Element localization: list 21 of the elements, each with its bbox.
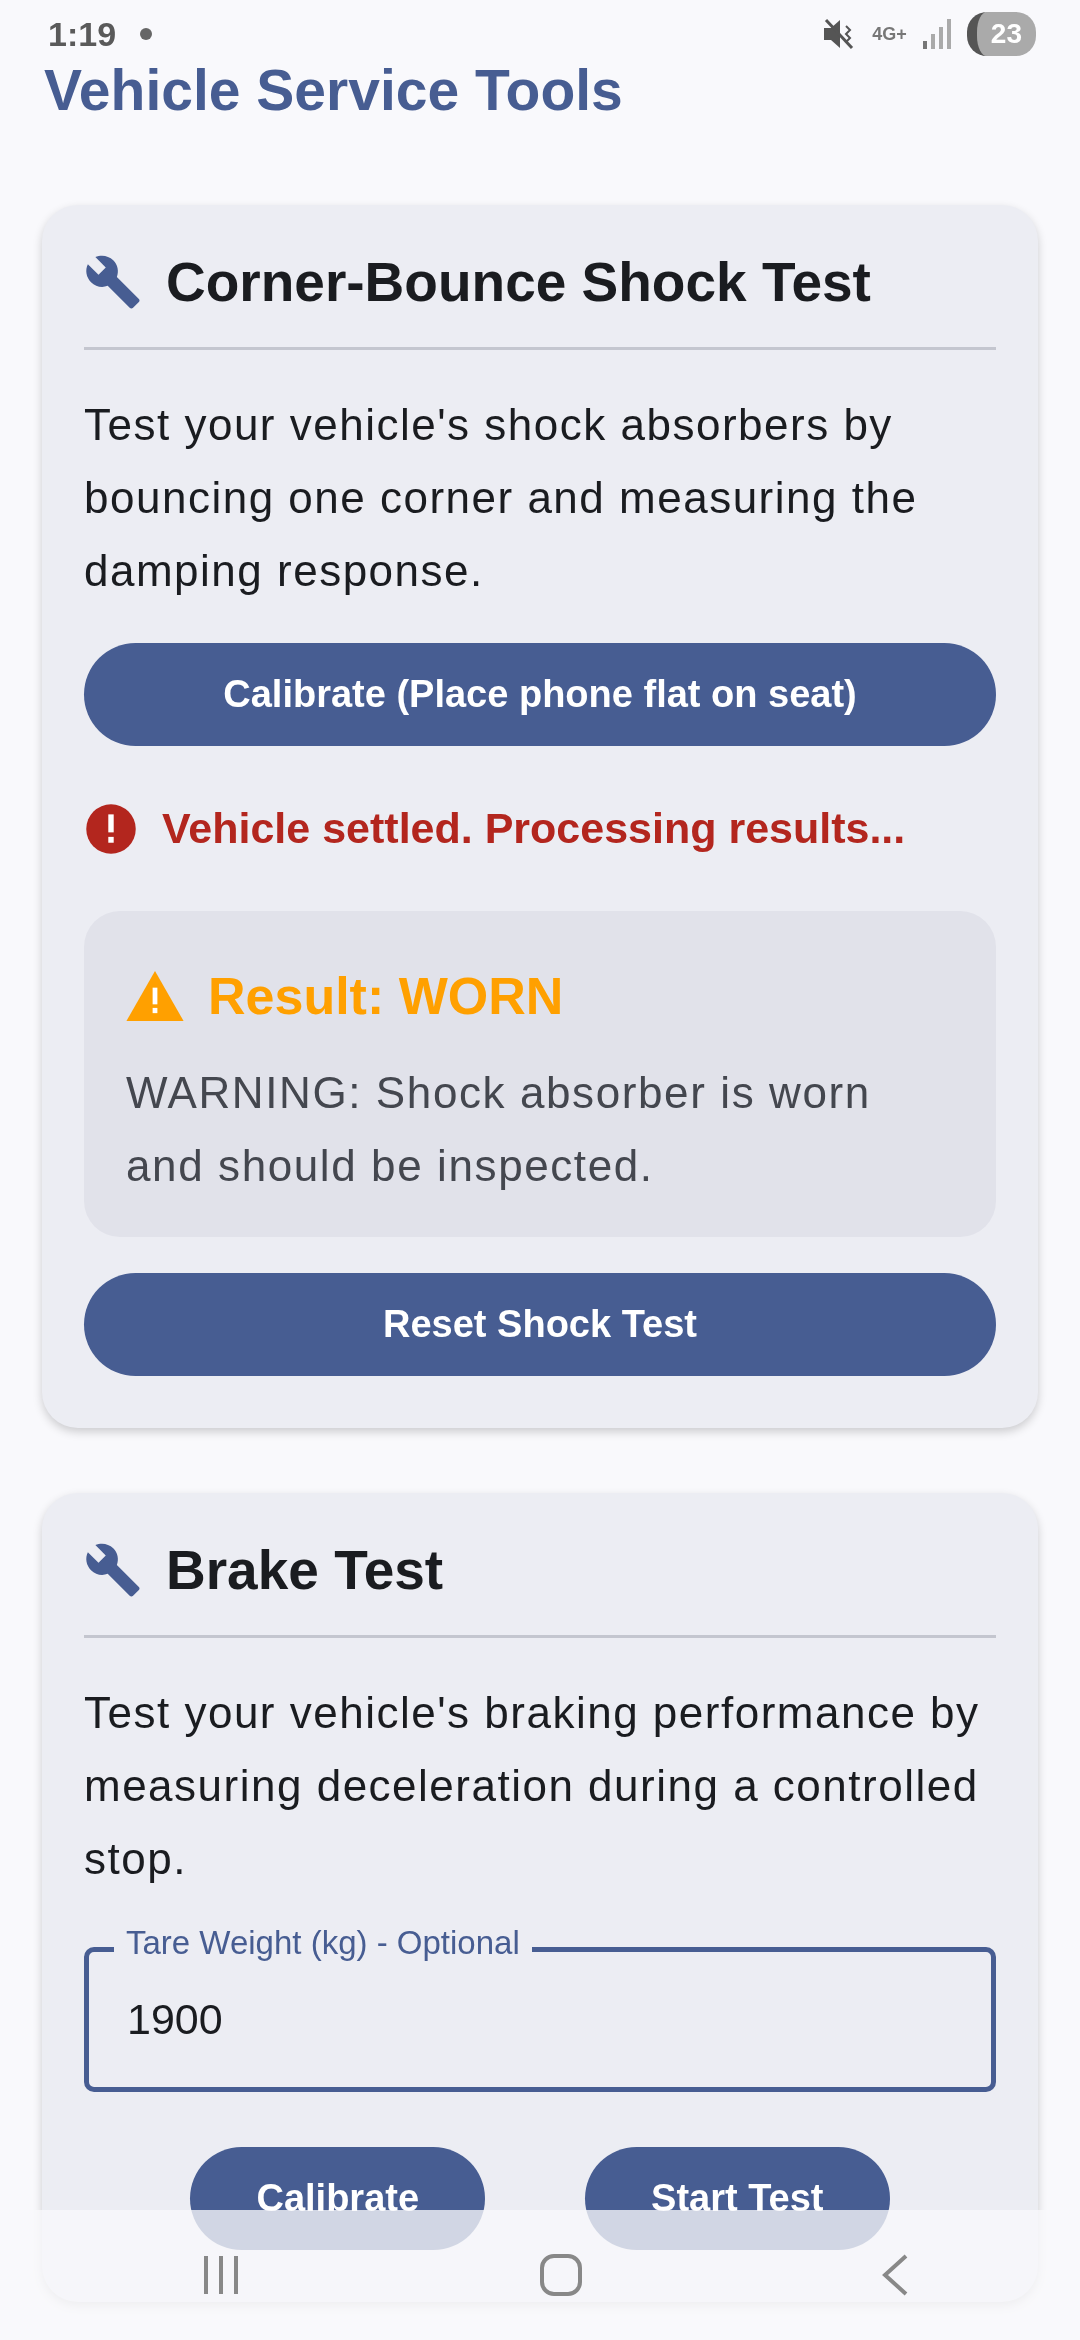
signal-icon bbox=[922, 19, 951, 49]
notification-dot-icon bbox=[140, 28, 153, 40]
error-icon bbox=[84, 801, 138, 856]
primary-button[interactable]: Calibrate (Place phone flat on seat) bbox=[84, 643, 996, 746]
wrench-icon bbox=[84, 253, 142, 311]
wrench-icon bbox=[84, 1541, 142, 1599]
primary-button[interactable]: Reset Shock Test bbox=[84, 1273, 996, 1376]
home-icon[interactable] bbox=[539, 2253, 583, 2297]
card-description: Test your vehicle's shock absorbers by bouncing one corner and measuring the damping response. bbox=[84, 399, 919, 597]
status-time: 1:19 bbox=[48, 13, 117, 55]
card-description: Test your vehicle's braking performance by measuring deceleration during a controlled stop. bbox=[84, 1687, 981, 1885]
battery-indicator: 23 bbox=[966, 12, 1036, 56]
app-title: Vehicle Service Tools bbox=[44, 60, 623, 120]
result-message: WARNING: Shock absorber is worn and should be inspected. bbox=[126, 1067, 872, 1192]
result-title: Result: WORN bbox=[208, 966, 564, 1026]
warning-icon bbox=[126, 971, 184, 1021]
card-title: Brake Test bbox=[166, 1538, 444, 1603]
back-icon[interactable] bbox=[880, 2253, 910, 2297]
status-message: Vehicle settled. Processing results... bbox=[162, 803, 906, 854]
card-title: Corner-Bounce Shock Test bbox=[166, 250, 871, 315]
network-label: 4G+ bbox=[872, 25, 907, 43]
